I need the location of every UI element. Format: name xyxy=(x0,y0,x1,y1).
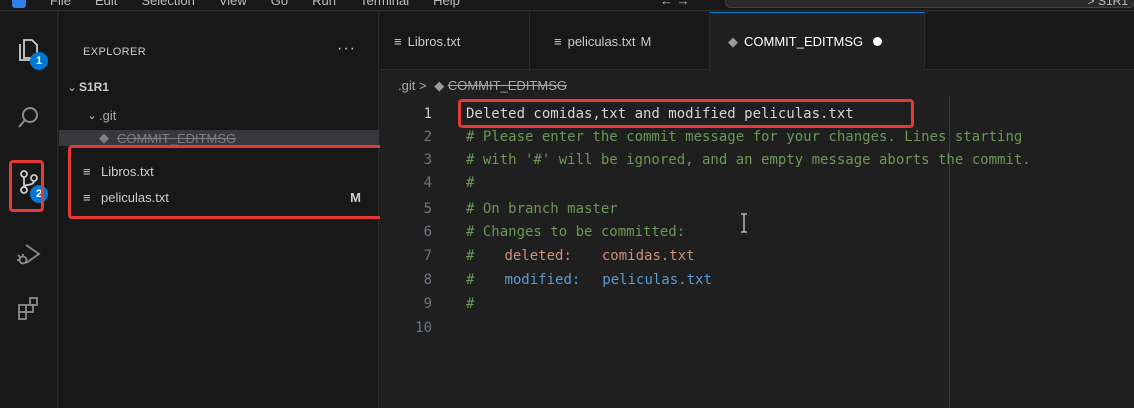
explorer-sidebar: EXPLORER ··· ⌄ S1R1 ⌄ .git ◆ COMMIT_EDIT… xyxy=(59,12,379,408)
explorer-button[interactable]: 1 xyxy=(0,26,58,74)
text-cursor-icon xyxy=(741,213,747,233)
line-text: # modified: peliculas.txt xyxy=(466,272,712,288)
line-number: 4 xyxy=(423,175,432,191)
code-line[interactable]: 3 # with '#' will be ignored, and an emp… xyxy=(380,148,1031,172)
menu-bar: File Edit Selection View Go Run Terminal… xyxy=(50,0,460,8)
search-button[interactable] xyxy=(0,94,58,142)
line-text: # with '#' will be ignored, and an empty… xyxy=(466,152,1031,168)
tab-peliculas[interactable]: ≡ peliculas.txt M xyxy=(530,12,710,70)
unsaved-dot-icon[interactable] xyxy=(873,37,883,46)
tab-label: COMMIT_EDITMSG xyxy=(744,34,864,49)
file-libros[interactable]: ≡ Libros.txt xyxy=(59,160,379,182)
breadcrumb: .git > ◆ COMMIT_EDITMSG xyxy=(398,78,567,94)
text-file-icon: ≡ xyxy=(83,163,91,179)
explorer-title: EXPLORER xyxy=(83,46,147,58)
hash-mark: # xyxy=(466,272,475,288)
tab-libros[interactable]: ≡ Libros.txt xyxy=(380,12,530,70)
hash-mark: # xyxy=(466,248,475,264)
diamond-file-icon: ◆ xyxy=(99,130,109,145)
breadcrumb-folder[interactable]: .git xyxy=(398,78,415,93)
code-line[interactable]: 10 xyxy=(380,316,466,340)
line-number: 3 xyxy=(423,152,432,168)
menu-run[interactable]: Run xyxy=(312,0,336,8)
line-number: 7 xyxy=(423,248,432,264)
text-file-icon: ≡ xyxy=(83,189,91,205)
line-text: Deleted comidas,txt and modified pelicul… xyxy=(466,106,854,122)
line-number: 6 xyxy=(423,224,432,240)
file-label: peliculas.txt xyxy=(101,189,169,205)
line-number: 9 xyxy=(423,296,432,312)
root-folder-label: S1R1 xyxy=(79,80,110,94)
line-text: # xyxy=(466,296,475,312)
line-number: 10 xyxy=(415,320,432,336)
file-label: Libros.txt xyxy=(101,163,154,179)
line-text: # Changes to be committed: xyxy=(466,224,686,240)
line-number: 8 xyxy=(423,272,432,288)
menu-terminal[interactable]: Terminal xyxy=(360,0,409,8)
text-file-icon: ≡ xyxy=(554,33,562,49)
modified-badge: M xyxy=(350,189,361,205)
breadcrumb-separator: > xyxy=(418,78,427,93)
code-line[interactable]: 2 # Please enter the commit message for … xyxy=(380,125,1023,149)
nav-arrows[interactable]: ← → xyxy=(660,0,690,8)
editor-tabs: ≡ Libros.txt ≡ peliculas.txt M ◆ COMMIT_… xyxy=(380,12,1134,70)
explorer-badge: 1 xyxy=(30,52,48,70)
menu-selection[interactable]: Selection xyxy=(141,0,194,8)
text-file-icon: ≡ xyxy=(394,33,402,49)
search-text: > S1R1 xyxy=(1087,0,1128,8)
search-icon xyxy=(18,107,38,128)
breadcrumb-file[interactable]: COMMIT_EDITMSG xyxy=(448,78,567,93)
chevron-down-icon: ⌄ xyxy=(67,81,77,94)
line-text: # deleted: comidas.txt xyxy=(466,248,695,264)
menu-go[interactable]: Go xyxy=(271,0,288,8)
line-number: 5 xyxy=(423,201,432,217)
extensions-icon xyxy=(18,297,38,320)
file-commit-editmsg[interactable]: ◆ COMMIT_EDITMSG xyxy=(59,130,379,146)
line-number: 2 xyxy=(423,129,432,145)
code-line[interactable]: 8 # modified: peliculas.txt xyxy=(380,268,712,292)
file-peliculas[interactable]: ≡ peliculas.txt M xyxy=(59,186,379,208)
title-bar: File Edit Selection View Go Run Terminal… xyxy=(0,0,1134,11)
code-line[interactable]: 1 Deleted comidas,txt and modified pelic… xyxy=(380,102,854,126)
code-line[interactable]: 7 # deleted: comidas.txt xyxy=(380,244,695,268)
menu-file[interactable]: File xyxy=(50,0,71,8)
menu-help[interactable]: Help xyxy=(433,0,460,8)
modified-file-name: peliculas.txt xyxy=(602,272,712,288)
tab-modified-badge: M xyxy=(640,33,652,49)
command-center-search[interactable]: > S1R1 xyxy=(725,0,1134,8)
line-text: # xyxy=(466,175,475,191)
change-kind-deleted: deleted: xyxy=(504,248,572,264)
more-actions-button[interactable]: ··· xyxy=(337,40,356,58)
deleted-file-name: comidas.txt xyxy=(601,248,695,264)
code-line[interactable]: 9 # xyxy=(380,292,475,316)
menu-view[interactable]: View xyxy=(219,0,247,8)
code-line[interactable]: 4 # xyxy=(380,171,475,195)
code-line[interactable]: 5 # On branch master xyxy=(380,197,618,221)
extensions-button[interactable] xyxy=(0,284,58,332)
tab-label: peliculas.txt xyxy=(567,33,636,49)
change-kind-modified: modified: xyxy=(504,272,581,288)
source-control-badge: 2 xyxy=(30,185,48,203)
run-debug-button[interactable] xyxy=(0,230,58,278)
commit-file-label: COMMIT_EDITMSG xyxy=(117,130,237,146)
folder-git[interactable]: ⌄ .git xyxy=(59,104,379,126)
line-number: 1 xyxy=(423,106,432,122)
line-text: # On branch master xyxy=(466,201,618,217)
tab-label: Libros.txt xyxy=(407,33,461,49)
folder-root[interactable]: ⌄ S1R1 xyxy=(59,76,379,98)
menu-edit[interactable]: Edit xyxy=(95,0,117,8)
activity-bar: 1 2 xyxy=(0,12,58,408)
vscode-logo-icon xyxy=(12,0,26,8)
git-folder-label: .git xyxy=(99,107,117,123)
tab-commit-editmsg[interactable]: ◆ COMMIT_EDITMSG xyxy=(710,12,925,70)
diamond-file-icon: ◆ xyxy=(728,33,738,49)
chevron-down-icon: ⌄ xyxy=(87,109,97,122)
source-control-button[interactable]: 2 xyxy=(0,158,58,206)
run-debug-icon xyxy=(17,244,41,265)
diamond-file-icon: ◆ xyxy=(434,78,445,93)
line-text: # Please enter the commit message for yo… xyxy=(466,129,1023,145)
code-line[interactable]: 6 # Changes to be committed: xyxy=(380,220,686,244)
